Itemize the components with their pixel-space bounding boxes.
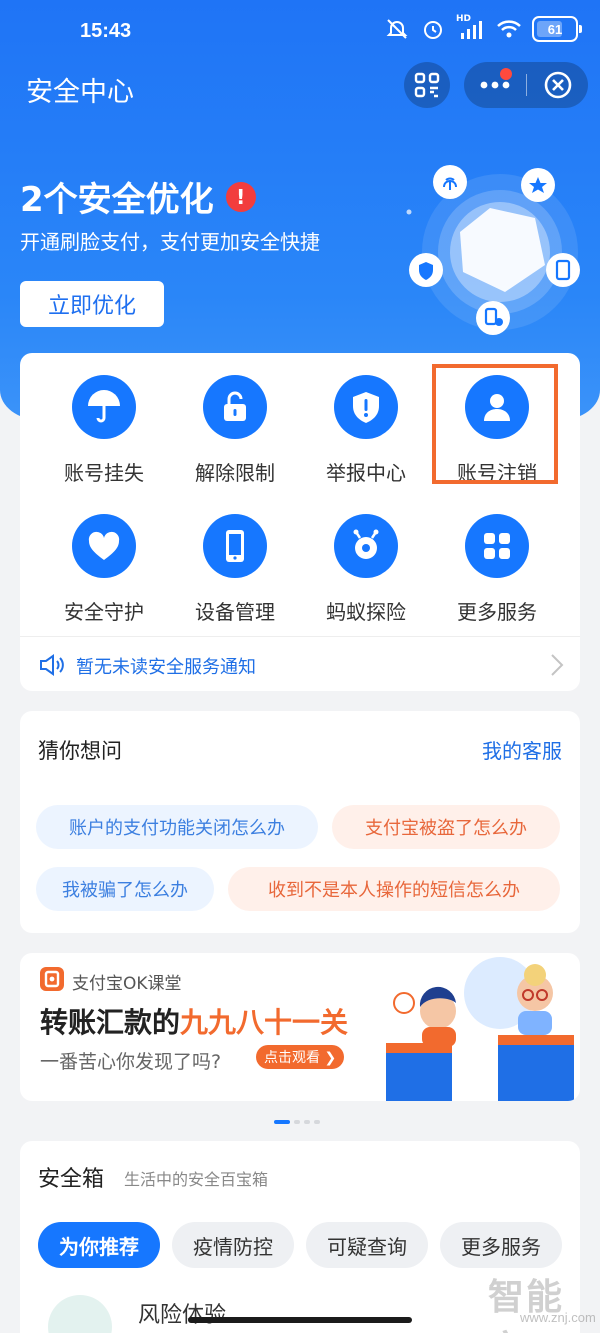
faq-question[interactable]: 收到不是本人操作的短信怎么办 [228,867,560,911]
phone-icon [226,530,244,562]
more-button[interactable] [464,62,526,108]
service-unlock[interactable]: 解除限制 [170,369,300,489]
unlock-icon [224,391,246,421]
optimize-button[interactable]: 立即优化 [20,281,164,327]
wifi-icon [496,16,522,42]
banner-title-prefix: 转账汇款的 [40,1006,181,1039]
service-account-loss[interactable]: 账号挂失 [39,369,169,489]
service-label: 举报中心 [326,461,406,485]
carousel-dot [274,1120,290,1124]
star-icon [521,168,555,202]
banner-title: 转账汇款的九九八十一关 [40,1001,348,1041]
heart-icon [88,531,120,560]
notification-dot [500,68,512,80]
battery-level: 61 [547,21,563,37]
customer-service-link[interactable]: 我的客服 [482,735,562,764]
network-label: HD [456,14,472,24]
faq-card: 猜你想问 我的客服 账户的支付功能关闭怎么办 支付宝被盗了怎么办 我被骗了怎么办… [20,711,580,933]
service-safety-guard[interactable]: 安全守护 [39,508,169,628]
service-label: 账号挂失 [64,461,144,485]
speaker-icon [40,654,64,676]
carousel-dot [304,1120,310,1124]
service-ant-explore[interactable]: 蚂蚁探险 [301,508,431,628]
alarm-icon [420,16,446,42]
device-lock-icon [476,301,510,335]
home-indicator[interactable] [188,1317,412,1323]
risk-experience-icon [48,1295,112,1333]
battery-indicator: 61 [532,16,582,42]
faq-question[interactable]: 我被骗了怎么办 [36,867,214,911]
highlight-annotation-box [432,364,558,484]
service-device-management[interactable]: 设备管理 [170,508,300,628]
miniapp-capsule [464,62,588,108]
banner-title-highlight: 九九八十一关 [180,1006,349,1039]
safebox-title: 安全箱 [38,1167,105,1192]
shield-alert-icon [353,392,379,423]
service-label: 解除限制 [195,461,275,485]
scan-button[interactable] [404,62,450,108]
page-title: 安全中心 [26,77,134,108]
umbrella-icon [88,390,120,423]
service-label: 更多服务 [457,600,537,624]
faq-question[interactable]: 账户的支付功能关闭怎么办 [36,805,318,849]
service-label: 安全守护 [64,600,144,624]
tab-more-services[interactable]: 更多服务 [440,1222,562,1268]
faq-question[interactable]: 支付宝被盗了怎么办 [332,805,560,849]
service-report-center[interactable]: 举报中心 [301,369,431,489]
service-label: 设备管理 [195,600,275,624]
tab-suspicious-query[interactable]: 可疑查询 [306,1222,428,1268]
watermark-url: www.znj.com [520,1310,596,1325]
status-time: 15:43 [80,20,132,42]
signal-icon: HD [456,14,486,42]
chevron-right-icon [551,654,564,676]
safebox-subtitle: 生活中的安全百宝箱 [124,1170,269,1189]
alert-badge-icon: ! [225,181,256,212]
ant-icon [353,529,379,559]
risk-experience-label[interactable]: 风险体验 [138,1297,226,1329]
fingerprint-icon [433,165,467,199]
mute-icon [384,16,410,42]
banner-illustration [386,957,574,1101]
carousel-indicator [274,1120,320,1124]
hero-subtitle: 开通刷脸支付，支付更加安全快捷 [20,230,320,254]
shield-icon [409,253,443,287]
tab-epidemic-control[interactable]: 疫情防控 [172,1222,294,1268]
notice-text: 暂无未读安全服务通知 [76,657,256,678]
status-bar: 15:43 HD 61 [0,0,600,60]
hero-title-text: 2个安全优化 [20,180,214,220]
close-circle-icon [544,71,571,99]
notice-bar[interactable]: 暂无未读安全服务通知 [20,636,580,691]
ok-class-logo-icon [40,967,64,991]
phone-icon [546,253,580,287]
service-label: 蚂蚁探险 [326,600,406,624]
security-score-graphic [406,165,580,335]
carousel-dot [314,1120,320,1124]
close-button[interactable] [527,62,588,108]
tab-recommended[interactable]: 为你推荐 [38,1222,160,1268]
watch-button[interactable]: 点击观看 ❯ [256,1045,345,1069]
grid-icon [484,533,510,559]
ok-class-banner[interactable]: 支付宝OK课堂 转账汇款的九九八十一关 一番苦心你发现了吗? 点击观看 ❯ [20,953,580,1101]
banner-subtitle: 一番苦心你发现了吗? [40,1051,222,1073]
banner-brand: 支付宝OK课堂 [72,974,182,994]
scan-icon [414,72,440,98]
hero-title: 2个安全优化 ! [20,172,256,221]
faq-title: 猜你想问 [38,739,122,763]
carousel-dot [294,1120,300,1124]
more-dots-icon [480,81,510,89]
service-more[interactable]: 更多服务 [432,508,562,628]
